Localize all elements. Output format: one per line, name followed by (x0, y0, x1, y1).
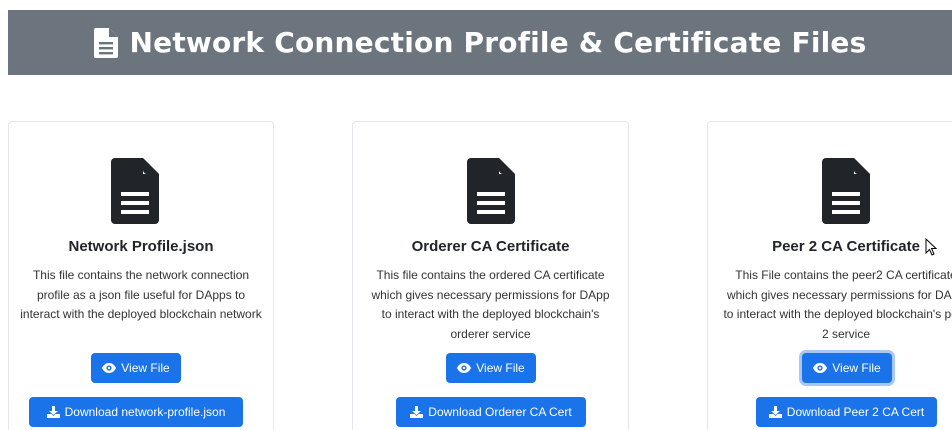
view-file-button[interactable]: View File (802, 353, 892, 383)
card-title: Peer 2 CA Certificate (772, 238, 920, 255)
card-description: This file contains the ordered CA certif… (371, 268, 610, 341)
card-network-profile: Network Profile.json This file contains … (8, 121, 274, 430)
file-text-icon (822, 158, 870, 224)
card-description: This File contains the peer2 CA certific… (723, 268, 952, 341)
download-orderer-ca-button[interactable]: Download Orderer CA Cert (396, 397, 586, 427)
eye-icon (457, 363, 472, 373)
download-label: Download network-profile.json (64, 405, 226, 419)
download-peer2-ca-button[interactable]: Download Peer 2 CA Cert (756, 397, 937, 427)
page: Network Connection Profile & Certificate… (0, 0, 952, 430)
download-icon (46, 406, 60, 418)
view-file-label: View File (476, 361, 525, 375)
view-file-button[interactable]: View File (91, 353, 181, 383)
view-file-button[interactable]: View File (446, 353, 536, 383)
file-text-icon (93, 27, 118, 58)
download-label: Download Orderer CA Cert (428, 405, 572, 419)
download-icon (410, 406, 424, 418)
card-title: Orderer CA Certificate (411, 238, 570, 255)
eye-icon (102, 363, 117, 373)
card-title: Network Profile.json (68, 238, 214, 255)
download-network-profile-button[interactable]: Download network-profile.json (29, 397, 243, 427)
view-file-label: View File (121, 361, 170, 375)
download-icon (768, 406, 782, 418)
view-file-label: View File (832, 361, 881, 375)
download-label: Download Peer 2 CA Cert (786, 405, 925, 419)
card-description: This file contains the network connectio… (20, 268, 262, 321)
mouse-cursor-icon (925, 238, 937, 256)
file-text-icon (467, 158, 515, 224)
eye-icon (813, 363, 828, 373)
file-text-icon (111, 158, 159, 224)
card-orderer-ca: Orderer CA Certificate This file contain… (352, 121, 629, 430)
page-title: Network Connection Profile & Certificate… (129, 26, 867, 59)
page-header: Network Connection Profile & Certificate… (8, 10, 952, 75)
card-peer2-ca: Peer 2 CA Certificate This File contains… (707, 121, 952, 430)
